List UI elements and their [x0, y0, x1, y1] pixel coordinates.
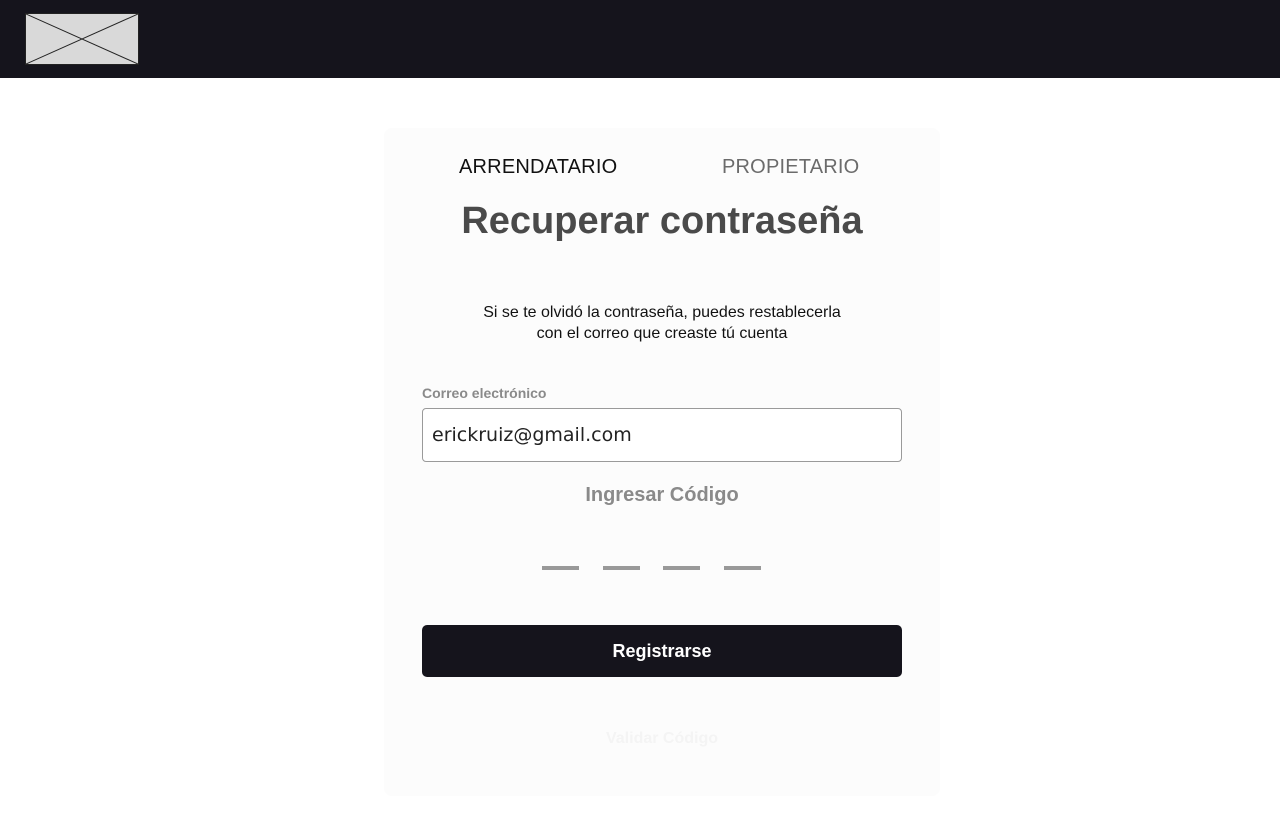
- email-field[interactable]: [422, 408, 902, 462]
- description-line-1: Si se te olvidó la contraseña, puedes re…: [483, 304, 841, 321]
- description-text: Si se te olvidó la contraseña, puedes re…: [444, 302, 880, 344]
- code-digit-4[interactable]: [724, 566, 761, 570]
- password-recovery-card: ARRENDATARIO PROPIETARIO Recuperar contr…: [384, 128, 940, 796]
- validate-code-link[interactable]: Validar Código: [384, 730, 940, 748]
- page-title: Recuperar contraseña: [461, 200, 863, 242]
- register-button[interactable]: Registrarse: [422, 625, 902, 677]
- tab-propietario[interactable]: PROPIETARIO: [722, 152, 859, 182]
- code-title: Ingresar Código: [585, 484, 739, 506]
- top-navigation-bar: [0, 0, 1280, 78]
- tab-arrendatario[interactable]: ARRENDATARIO: [459, 152, 617, 182]
- email-field-label: Correo electrónico: [422, 385, 547, 401]
- code-digit-3[interactable]: [663, 566, 700, 570]
- code-digit-1[interactable]: [542, 566, 579, 570]
- code-digit-2[interactable]: [603, 566, 640, 570]
- image-placeholder-icon: [26, 14, 138, 64]
- logo-placeholder-icon[interactable]: [25, 13, 139, 65]
- description-line-2: con el correo que creaste tú cuenta: [536, 325, 788, 342]
